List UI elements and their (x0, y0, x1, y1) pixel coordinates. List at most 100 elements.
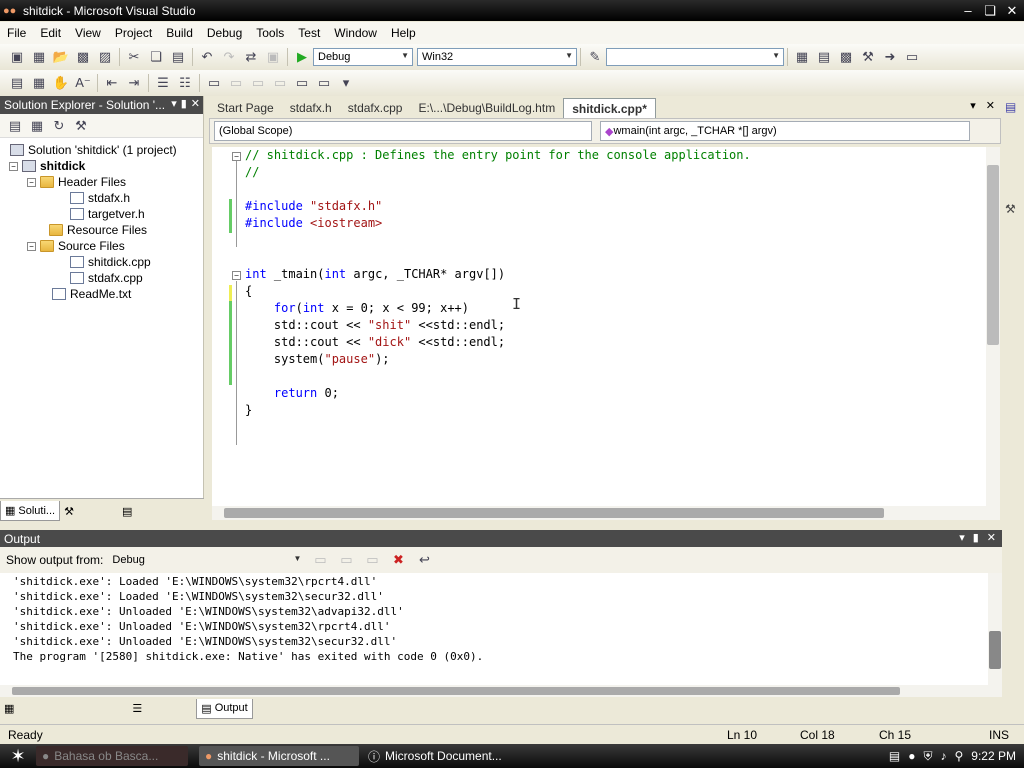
parameter-info-icon[interactable]: ▦ (28, 73, 50, 93)
tab-class-view[interactable]: ⚒ (60, 501, 78, 521)
active-files-icon[interactable]: ▾ (970, 99, 976, 112)
auto-hide-icon[interactable]: ▮ (181, 97, 187, 110)
tree-file-shitdick-cpp[interactable]: shitdick.cpp (0, 254, 203, 270)
clear-all-icon[interactable]: ✖ (387, 550, 409, 570)
window-position-icon[interactable]: ▾ (171, 97, 177, 110)
add-item-icon[interactable]: ▦ (28, 47, 50, 67)
fold-icon[interactable]: − (232, 271, 241, 280)
fold-icon[interactable]: − (232, 152, 241, 161)
menu-help[interactable]: Help (384, 26, 423, 40)
tab-shitdick-cpp[interactable]: shitdick.cpp* (563, 98, 656, 118)
menu-view[interactable]: View (68, 26, 108, 40)
tab-stdafx-h[interactable]: stdafx.h (282, 98, 340, 118)
display-members-icon[interactable]: ▤ (6, 73, 28, 93)
close-panel-icon[interactable]: ✕ (191, 97, 200, 110)
comment-icon[interactable]: ☰ (152, 73, 174, 93)
tab-stdafx-cpp[interactable]: stdafx.cpp (340, 98, 411, 118)
new-project-icon[interactable]: ▣ (6, 47, 28, 67)
tray-icon[interactable]: ● (908, 749, 915, 763)
object-browser-icon[interactable]: ▩ (835, 47, 857, 67)
collapse-icon[interactable]: − (27, 177, 36, 187)
configuration-select[interactable]: Debug ▼ (313, 48, 413, 66)
toolbox-icon[interactable]: ⚒ (857, 47, 879, 67)
tab-solution-explorer[interactable]: ▦ Soluti... (0, 501, 61, 521)
toolbox-icon[interactable]: ⚒ (1005, 202, 1016, 216)
server-explorer-icon[interactable]: ▤ (1005, 100, 1016, 114)
menu-edit[interactable]: Edit (33, 26, 68, 40)
menu-file[interactable]: File (0, 26, 33, 40)
tab-property-manager[interactable]: ▤ (118, 501, 136, 521)
find-message-icon[interactable]: ▭ (335, 550, 357, 570)
close-document-icon[interactable]: ✕ (986, 99, 995, 112)
toolbar-options-icon[interactable]: ▾ (335, 73, 357, 93)
find-combo[interactable]: ▼ (606, 48, 784, 66)
platform-select[interactable]: Win32 ▼ (417, 48, 577, 66)
cut-icon[interactable]: ✂ (123, 47, 145, 67)
navigate-forward-icon[interactable]: ▣ (262, 47, 284, 67)
word-wrap-icon[interactable]: ↩ (413, 550, 435, 570)
tree-file-stdafx-cpp[interactable]: stdafx.cpp (0, 270, 203, 286)
task-button-visual-studio[interactable]: ● shitdick - Microsoft ... (199, 746, 359, 766)
output-vertical-scrollbar[interactable] (988, 573, 1002, 685)
search-icon[interactable]: ⚲ (955, 749, 964, 763)
tree-file-readme[interactable]: ReadMe.txt (0, 286, 203, 302)
class-view-icon[interactable]: ⚒ (70, 116, 92, 136)
menu-test[interactable]: Test (291, 26, 327, 40)
prev-bookmark-icon[interactable]: ▭ (225, 73, 247, 93)
properties-icon[interactable]: ▤ (4, 116, 26, 136)
next-message-icon[interactable]: ▭ (361, 550, 383, 570)
output-source-select[interactable]: Debug ▼ (107, 551, 305, 569)
editor-vertical-scrollbar[interactable] (986, 147, 1000, 506)
tree-project[interactable]: − shitdick (0, 158, 203, 174)
close-button[interactable]: ✕ (1002, 2, 1022, 19)
code-editor[interactable]: − − // shitdick.cpp : Defines the entry … (212, 147, 986, 506)
menu-tools[interactable]: Tools (249, 26, 291, 40)
save-all-icon[interactable]: ▨ (94, 47, 116, 67)
command-window-icon[interactable]: ▭ (901, 47, 923, 67)
menu-debug[interactable]: Debug (200, 26, 249, 40)
editor-horizontal-scrollbar[interactable] (212, 506, 1000, 520)
scope-select[interactable]: (Global Scope) (214, 121, 592, 141)
start-icon[interactable]: ✶ (0, 746, 36, 767)
navigate-icon[interactable]: ⇄ (240, 47, 262, 67)
next-bookmark-folder-icon[interactable]: ▭ (291, 73, 313, 93)
volume-icon[interactable]: ♪ (941, 749, 947, 763)
indent-icon[interactable]: ⇥ (123, 73, 145, 93)
find-in-files-icon[interactable]: ✎ (584, 47, 606, 67)
window-position-icon[interactable]: ▾ (959, 531, 965, 544)
clear-bookmarks-icon[interactable]: ▭ (313, 73, 335, 93)
collapse-icon[interactable]: − (27, 241, 36, 251)
tree-header-files[interactable]: − Header Files (0, 174, 203, 190)
network-icon[interactable]: ▤ (889, 749, 900, 763)
maximize-button[interactable]: ❏ (980, 2, 1000, 19)
quick-info-icon[interactable]: ✋ (50, 73, 72, 93)
tree-file-stdafx-h[interactable]: stdafx.h (0, 190, 203, 206)
task-button[interactable]: ● Bahasa ob Basca... (36, 746, 188, 766)
menu-project[interactable]: Project (108, 26, 159, 40)
open-icon[interactable]: 📂 (50, 47, 72, 67)
show-all-files-icon[interactable]: ▦ (26, 116, 48, 136)
collapse-icon[interactable]: − (9, 161, 18, 171)
undo-icon[interactable]: ↶ (196, 47, 218, 67)
security-icon[interactable]: ⛨ (923, 749, 932, 764)
tree-solution[interactable]: Solution 'shitdick' (1 project) (0, 142, 203, 158)
word-complete-icon[interactable]: A⁻ (72, 73, 94, 93)
tree-source-files[interactable]: − Source Files (0, 238, 203, 254)
start-debugging-icon[interactable]: ▶ (291, 47, 313, 67)
start-page-icon[interactable]: ➜ (879, 47, 901, 67)
tab-start-page[interactable]: Start Page (209, 98, 282, 118)
menu-window[interactable]: Window (327, 26, 384, 40)
task-button-document[interactable]: ⓘ Microsoft Document... (362, 746, 522, 766)
paste-icon[interactable]: ▤ (167, 47, 189, 67)
tab-buildlog[interactable]: E:\...\Debug\BuildLog.htm (410, 98, 563, 118)
output-text[interactable]: 'shitdick.exe': Loaded 'E:\WINDOWS\syste… (0, 573, 988, 685)
redo-icon[interactable]: ↷ (218, 47, 240, 67)
output-horizontal-scrollbar[interactable] (0, 685, 1002, 697)
solution-explorer-icon[interactable]: ▦ (791, 47, 813, 67)
prev-bookmark-folder-icon[interactable]: ▭ (269, 73, 291, 93)
tree-resource-files[interactable]: Resource Files (0, 222, 203, 238)
auto-hide-icon[interactable]: ▮ (973, 531, 979, 544)
tab-call-stack[interactable]: ☰ (128, 699, 146, 719)
outdent-icon[interactable]: ⇤ (101, 73, 123, 93)
tree-file-targetver-h[interactable]: targetver.h (0, 206, 203, 222)
